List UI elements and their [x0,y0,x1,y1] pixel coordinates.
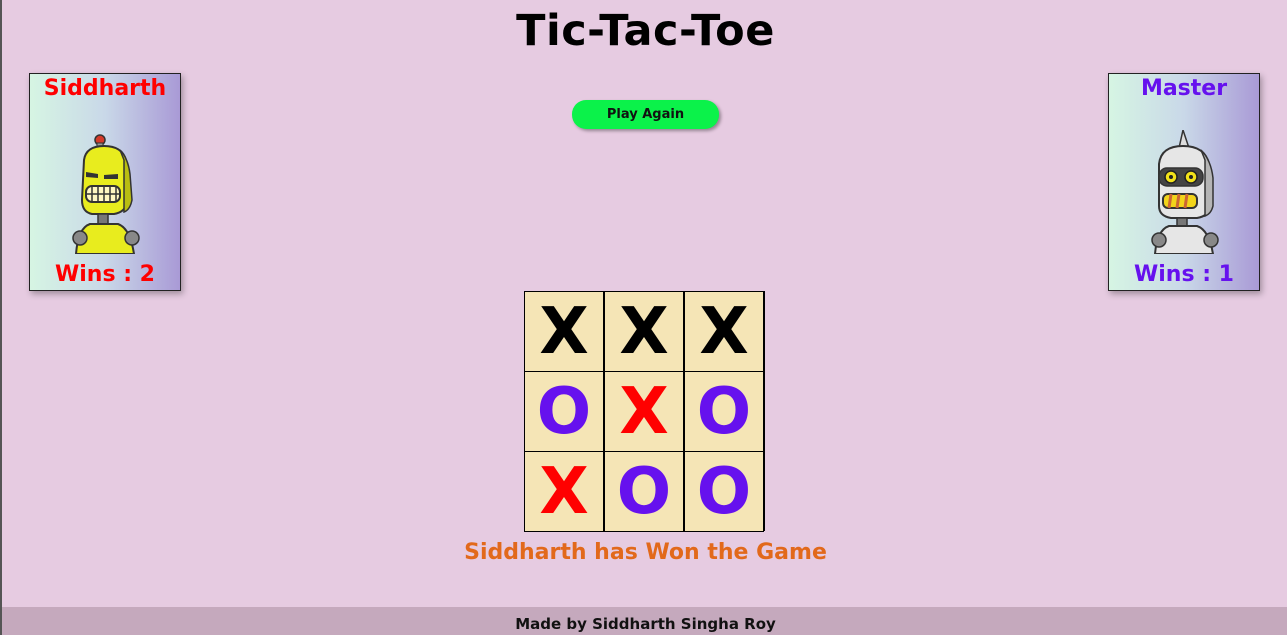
board-cell-1[interactable]: X [604,292,684,372]
play-again-button[interactable]: Play Again [572,100,719,129]
player-card-left: Siddharth Wins : 2 [29,73,181,291]
board-cell-5[interactable]: O [684,372,764,452]
board-cell-0[interactable]: X [524,292,604,372]
player-name-right: Master [1140,76,1228,101]
player-wins-right: Wins : 1 [1134,262,1234,287]
page-title: Tic-Tac-Toe [516,6,775,56]
board-cell-7[interactable]: O [604,452,684,532]
board-cell-4[interactable]: X [604,372,684,452]
player-name-left: Siddharth [43,76,167,101]
game-board: X X X O X O X O O [524,291,765,532]
result-message: Siddharth has Won the Game [464,540,827,565]
player-wins-left: Wins : 2 [55,262,155,287]
board-cell-6[interactable]: X [524,452,604,532]
yellow-robot-icon [72,134,140,254]
board-cell-3[interactable]: O [524,372,604,452]
white-robot-icon [1151,130,1219,254]
page: Tic-Tac-Toe Siddharth Wins: 2 Play Agai… [0,0,1287,635]
footer-credit: Made by Siddharth Singha Roy [2,607,1287,635]
player-card-right: Master Wins : 1 [1108,73,1260,291]
board-cell-8[interactable]: O [684,452,764,532]
board-cell-2[interactable]: X [684,292,764,372]
